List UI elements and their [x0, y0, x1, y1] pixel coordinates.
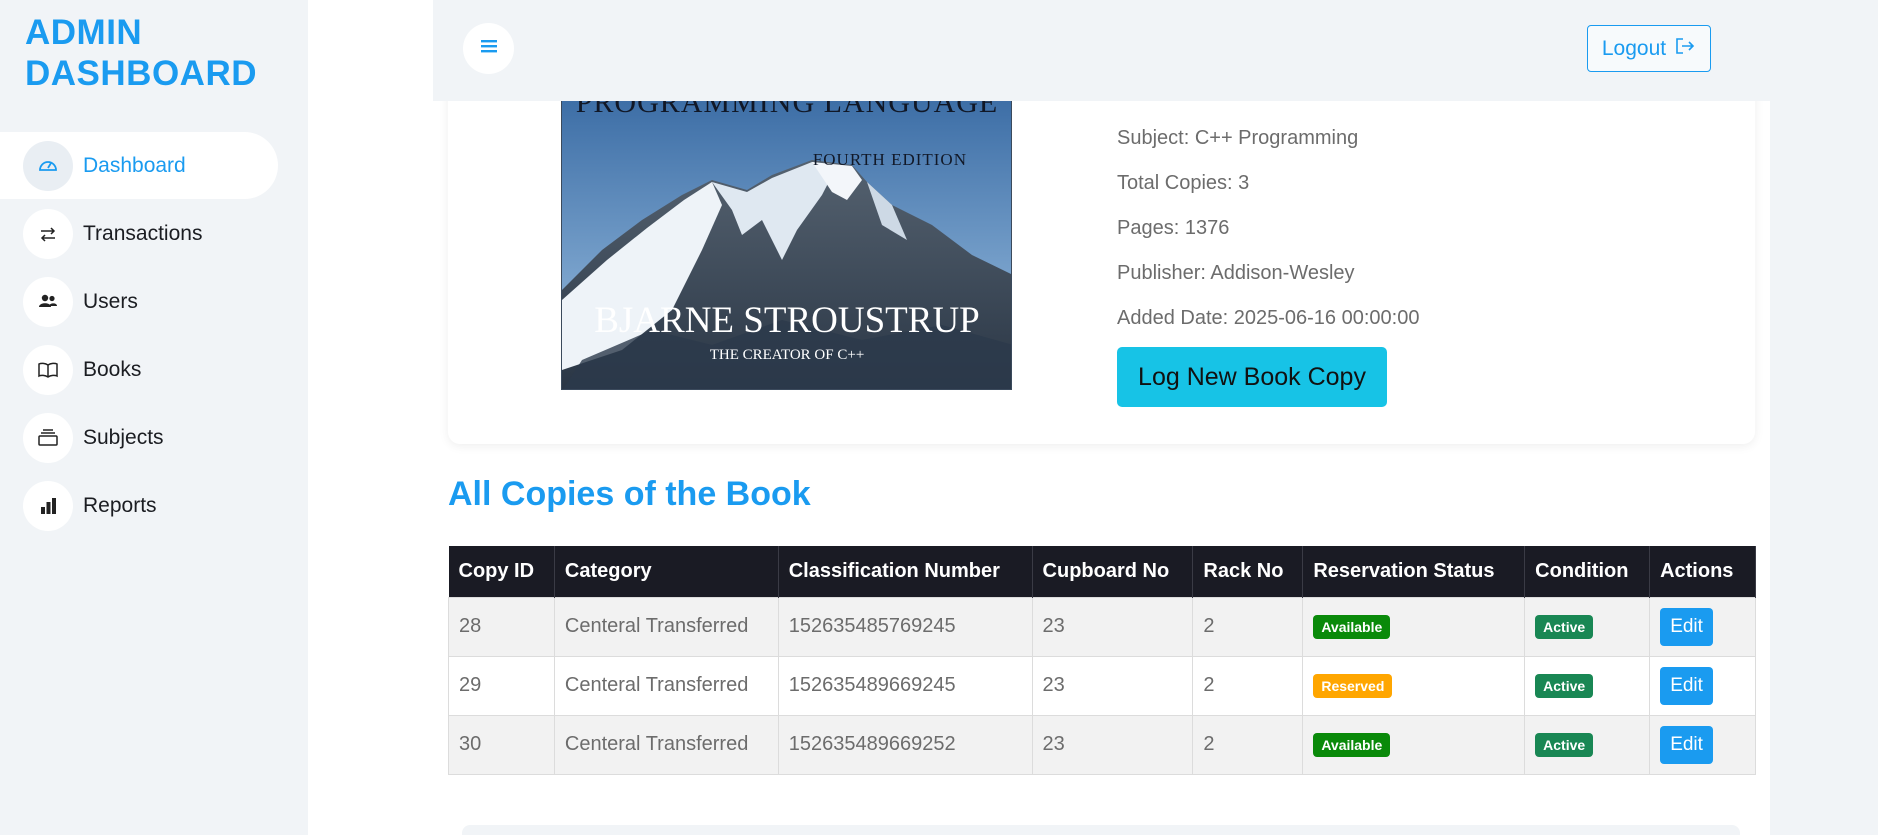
cell-reservation-status: Available — [1302, 596, 1526, 657]
column-header-rack-no: Rack No — [1192, 546, 1304, 597]
column-header-cupboard-no: Cupboard No — [1032, 546, 1194, 597]
users-icon — [23, 276, 73, 327]
cell-cupboard-no: 23 — [1031, 655, 1194, 716]
edit-button[interactable]: Edit — [1660, 725, 1714, 764]
sidebar-item-books[interactable]: Books — [0, 336, 308, 403]
sidebar-item-label: Books — [83, 357, 142, 381]
cell-actions: Edit — [1649, 596, 1756, 657]
sidebar-item-label: Dashboard — [83, 153, 186, 177]
book-added-date: Added Date: 2025-06-16 00:00:00 — [1117, 307, 1420, 329]
table-row: 30 Centeral Transferred 152635489669252 … — [448, 714, 1756, 775]
stack-icon — [23, 412, 73, 463]
bar-chart-icon — [23, 480, 73, 531]
reservation-status-badge: Reserved — [1313, 673, 1393, 698]
cell-classification-number: 152635485769245 — [777, 596, 1033, 657]
brand-line-1: ADMIN — [25, 13, 143, 52]
topbar: Logout — [433, 0, 1878, 101]
copies-section-title: All Copies of the Book — [448, 475, 811, 513]
book-cover-tagline: THE CREATOR OF C++ — [710, 347, 865, 363]
book-pages: Pages: 1376 — [1117, 217, 1230, 239]
cell-copy-id: 28 — [448, 596, 555, 657]
reservation-status-badge: Available — [1313, 732, 1391, 757]
column-header-actions: Actions — [1649, 546, 1756, 597]
cell-condition: Active — [1524, 714, 1651, 775]
cell-condition: Active — [1524, 596, 1651, 657]
edit-button[interactable]: Edit — [1660, 666, 1714, 705]
arrows-exchange-icon — [23, 208, 73, 259]
menu-toggle-button[interactable] — [463, 23, 514, 74]
cell-category: Centeral Transferred — [553, 596, 779, 657]
hamburger-icon — [480, 38, 498, 59]
cell-copy-id: 29 — [448, 655, 555, 716]
cell-category: Centeral Transferred — [553, 714, 779, 775]
sidebar-item-dashboard[interactable]: Dashboard — [0, 132, 278, 199]
book-publisher: Publisher: Addison-Wesley — [1117, 262, 1355, 284]
cell-actions: Edit — [1649, 655, 1756, 716]
logout-label: Logout — [1601, 36, 1667, 60]
table-row: 29 Centeral Transferred 152635489669245 … — [448, 655, 1756, 716]
condition-badge: Active — [1535, 614, 1594, 639]
sidebar-nav: Dashboard Transactions Users Books Subje… — [0, 132, 308, 540]
logout-button[interactable]: Logout — [1587, 25, 1711, 72]
book-total-copies: Total Copies: 3 — [1117, 172, 1250, 194]
condition-badge: Active — [1535, 673, 1594, 698]
column-header-copy-id: Copy ID — [448, 546, 555, 597]
sidebar-item-users[interactable]: Users — [0, 268, 308, 335]
table-header-row: Copy ID Category Classification Number C… — [448, 546, 1756, 597]
brand-title: ADMIN DASHBOARD — [25, 12, 305, 94]
reservation-status-badge: Available — [1313, 614, 1391, 639]
sidebar-item-transactions[interactable]: Transactions — [0, 200, 308, 267]
cell-classification-number: 152635489669252 — [777, 714, 1033, 775]
condition-badge: Active — [1535, 732, 1594, 757]
book-cover-author: BJARNE STROUSTRUP — [594, 300, 980, 341]
cell-category: Centeral Transferred — [553, 655, 779, 716]
book-details: Subject: C++ Programming Total Copies: 3… — [1117, 124, 1419, 349]
book-cover-edition: FOURTH EDITION — [813, 150, 967, 169]
cell-rack-no: 2 — [1192, 596, 1304, 657]
cell-cupboard-no: 23 — [1031, 714, 1194, 775]
edit-button[interactable]: Edit — [1660, 607, 1714, 646]
column-header-category: Category — [554, 546, 779, 597]
cell-reservation-status: Available — [1302, 714, 1526, 775]
book-subject: Subject: C++ Programming — [1117, 127, 1359, 149]
cell-rack-no: 2 — [1192, 655, 1304, 716]
sidebar-item-label: Users — [83, 289, 138, 313]
cell-condition: Active — [1524, 655, 1651, 716]
cell-cupboard-no: 23 — [1031, 596, 1194, 657]
sidebar-item-reports[interactable]: Reports — [0, 472, 308, 539]
sidebar: ADMIN DASHBOARD Dashboard Transactions U… — [0, 0, 308, 835]
cell-actions: Edit — [1649, 714, 1756, 775]
brand-line-2: DASHBOARD — [25, 54, 257, 93]
sidebar-item-label: Transactions — [83, 221, 203, 245]
gauge-icon — [23, 140, 73, 191]
copies-table: Copy ID Category Classification Number C… — [448, 546, 1756, 775]
book-cover-title: PROGRAMMING LANGUAGE — [576, 100, 999, 119]
book-open-icon — [23, 344, 73, 395]
log-new-book-copy-button[interactable]: Log New Book Copy — [1117, 347, 1387, 407]
cell-classification-number: 152635489669245 — [777, 655, 1033, 716]
sidebar-item-subjects[interactable]: Subjects — [0, 404, 308, 471]
book-cover-image: PROGRAMMING LANGUAGE FOURTH EDITION BJAR… — [561, 99, 1012, 390]
cell-copy-id: 30 — [448, 714, 555, 775]
cell-reservation-status: Reserved — [1302, 655, 1526, 716]
next-section-edge — [462, 825, 1740, 835]
sidebar-item-label: Reports — [83, 493, 157, 517]
sidebar-item-label: Subjects — [83, 425, 164, 449]
column-header-classification-number: Classification Number — [778, 546, 1033, 597]
column-header-reservation-status: Reservation Status — [1302, 546, 1526, 597]
cell-rack-no: 2 — [1192, 714, 1304, 775]
logout-icon — [1674, 36, 1696, 62]
column-header-condition: Condition — [1524, 546, 1651, 597]
table-row: 28 Centeral Transferred 152635485769245 … — [448, 596, 1756, 657]
